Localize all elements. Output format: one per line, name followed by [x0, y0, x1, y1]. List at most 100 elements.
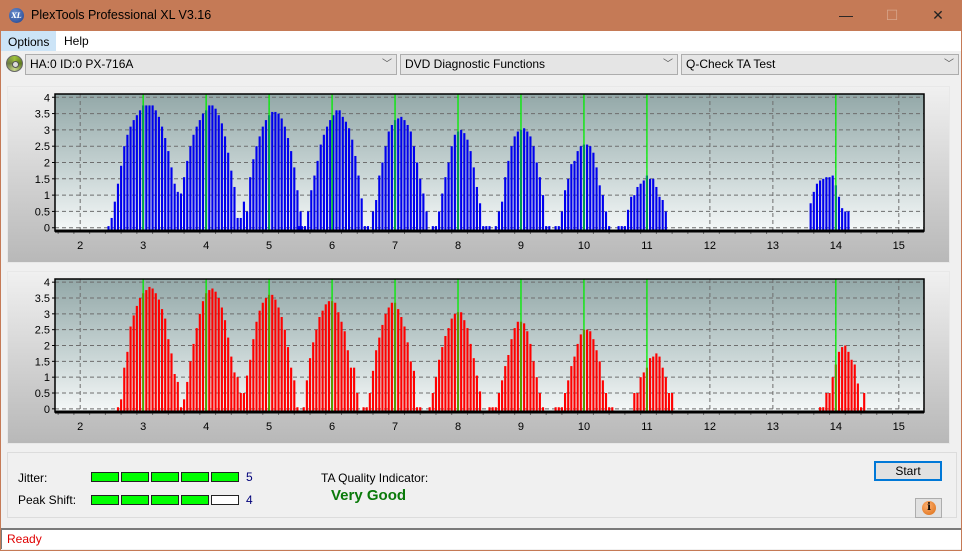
bar	[249, 177, 252, 231]
x-tick-label: 10	[578, 421, 590, 433]
bar	[236, 377, 239, 412]
y-tick-label: 1.5	[35, 174, 50, 186]
title-bar: XL PlexTools Professional XL V3.16 — ☐ ✕	[0, 0, 962, 31]
bar	[214, 108, 217, 231]
bar	[183, 177, 186, 231]
bar	[321, 310, 324, 412]
drive-select[interactable]: HA:0 ID:0 PX-716A ﹀	[25, 54, 397, 75]
bar	[211, 105, 214, 231]
maximize-button[interactable]: ☐	[869, 0, 915, 31]
bar	[642, 372, 645, 412]
chevron-down-icon: ﹀	[382, 59, 392, 70]
meter-segment	[121, 495, 149, 505]
bar	[230, 170, 233, 231]
x-tick-label: 13	[767, 421, 779, 433]
bar	[667, 393, 671, 412]
bar	[245, 375, 249, 412]
x-tick-label: 2	[77, 240, 83, 252]
bar	[563, 393, 567, 412]
bar	[431, 393, 434, 412]
function-select-value: DVD Diagnostic Functions	[405, 57, 546, 71]
bar	[227, 337, 230, 412]
bar	[223, 320, 227, 412]
y-tick-label: 4	[44, 277, 50, 289]
bar	[318, 317, 321, 412]
bar	[129, 126, 132, 231]
bar	[573, 356, 576, 412]
meter-segment	[151, 495, 179, 505]
bar	[145, 105, 148, 231]
bar	[208, 290, 211, 412]
x-tick-label: 5	[266, 421, 272, 433]
bar	[308, 358, 312, 412]
meter-segment	[211, 495, 239, 505]
results-panel	[7, 452, 957, 518]
bar	[214, 291, 217, 412]
bar	[179, 193, 183, 231]
bar	[409, 361, 412, 412]
bar	[469, 343, 472, 412]
x-tick-label: 5	[266, 240, 272, 252]
bar	[348, 128, 351, 231]
bar	[604, 393, 608, 412]
meter-segment	[91, 472, 119, 482]
bar	[655, 186, 658, 231]
drive-select-value: HA:0 ID:0 PX-716A	[30, 57, 134, 71]
bar	[438, 359, 441, 412]
bar	[523, 323, 526, 412]
bar	[170, 167, 173, 231]
bar	[513, 328, 516, 412]
bar	[110, 217, 113, 231]
bar	[176, 381, 179, 412]
test-select[interactable]: Q-Check TA Test ﹀	[681, 54, 959, 75]
lower-chart-panel: 0 0.5 1 1.5 2 2.5 3 3.5 4 2 3 4 5 6 7 8 9 10 11 12 13 14 15	[7, 271, 950, 444]
bar	[280, 118, 283, 231]
start-button[interactable]: Start	[874, 461, 942, 481]
bar	[847, 351, 850, 412]
bar	[570, 366, 573, 412]
function-select[interactable]: DVD Diagnostic Functions ﹀	[400, 54, 678, 75]
bar	[277, 113, 280, 231]
bar	[526, 131, 529, 231]
bar	[148, 286, 151, 412]
bar	[340, 321, 343, 412]
y-tick-label: 3.5	[35, 293, 50, 305]
minimize-button[interactable]: —	[823, 0, 869, 31]
y-tick-label: 1	[44, 372, 50, 384]
bar	[844, 345, 847, 412]
info-button[interactable]: i	[915, 498, 942, 518]
bar	[135, 115, 138, 231]
bar	[335, 110, 338, 231]
bar	[123, 367, 126, 412]
bar	[538, 177, 541, 231]
bar	[280, 317, 283, 412]
bar	[322, 134, 325, 231]
bar	[671, 393, 674, 412]
bar	[387, 131, 390, 231]
bar	[510, 146, 513, 231]
ta-quality-value: Very Good	[331, 487, 407, 504]
bar	[132, 315, 135, 412]
jitter-value: 5	[246, 470, 253, 484]
bar	[154, 110, 157, 231]
bar	[825, 177, 828, 231]
bar	[148, 105, 151, 231]
bar	[422, 193, 425, 231]
bar	[255, 321, 258, 412]
bar	[341, 116, 344, 231]
close-button[interactable]: ✕	[915, 0, 961, 31]
y-tick-label: 0.5	[35, 388, 50, 400]
bar	[151, 105, 154, 231]
bar	[560, 211, 563, 231]
status-text: Ready	[7, 532, 42, 546]
bar	[286, 138, 290, 231]
menu-options[interactable]: Options	[1, 31, 57, 51]
bar	[642, 180, 645, 231]
menu-help[interactable]: Help	[58, 31, 95, 51]
bar	[863, 393, 866, 412]
bar	[589, 146, 592, 231]
bar	[409, 131, 412, 231]
bar	[324, 304, 327, 412]
bar	[478, 391, 482, 412]
bar	[290, 151, 293, 231]
